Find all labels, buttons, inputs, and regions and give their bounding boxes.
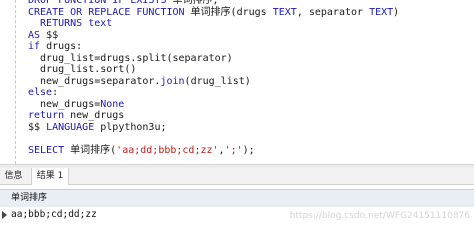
code-line: drug_list=drugs.split(separator) bbox=[28, 53, 399, 65]
code-text: (drug_list) bbox=[184, 75, 251, 87]
code-keyword: else bbox=[28, 87, 53, 98]
code-text: ); bbox=[242, 144, 255, 156]
code-keyword: RETURNS text bbox=[28, 18, 113, 29]
code-keyword: None bbox=[100, 98, 125, 110]
code-line: AS $$ bbox=[28, 30, 399, 42]
grid-header: 单词排序 bbox=[0, 189, 474, 208]
code-text: ) bbox=[393, 6, 400, 18]
code-keyword: return bbox=[28, 110, 65, 121]
code-lines: DROP FUNCTION IF EXISTS 单词排序; CREATE OR R… bbox=[28, 0, 399, 156]
code-keyword: if bbox=[28, 41, 41, 52]
code-line: new_drugs=separator.join(drug_list) bbox=[28, 76, 399, 88]
code-text: plpython3u; bbox=[94, 121, 167, 133]
code-text: 单词排序( bbox=[64, 144, 117, 156]
code-text: new_drugs=separator. bbox=[28, 75, 161, 87]
code-text: new_drugs= bbox=[28, 98, 101, 110]
code-line: return new_drugs bbox=[28, 110, 399, 122]
code-text: : bbox=[52, 87, 59, 98]
code-text: $$ bbox=[40, 29, 59, 41]
code-keyword: DROP FUNCTION IF EXISTS bbox=[28, 0, 173, 6]
code-line: else: bbox=[28, 87, 399, 99]
code-line: drug_list.sort() bbox=[28, 64, 399, 76]
code-keyword: join bbox=[160, 75, 185, 87]
tab-result-1[interactable]: 结果 1 bbox=[31, 168, 69, 185]
code-text: 单词排序(drugs bbox=[190, 6, 273, 18]
sql-editor[interactable]: DROP FUNCTION IF EXISTS 单词排序; CREATE OR R… bbox=[0, 0, 474, 164]
code-line: $$ LANGUAGE plpython3u; bbox=[28, 122, 399, 134]
code-line: CREATE OR REPLACE FUNCTION 单词排序(drugs TE… bbox=[28, 7, 399, 19]
code-text: drugs: bbox=[40, 41, 83, 52]
code-line: new_drugs=None bbox=[28, 99, 399, 111]
code-text: 单词排序; bbox=[172, 0, 219, 6]
code-string: ';' bbox=[224, 144, 243, 156]
code-text: drug_list.sort() bbox=[28, 64, 137, 75]
column-header[interactable]: 单词排序 bbox=[11, 190, 47, 207]
code-keyword: SELECT bbox=[28, 144, 65, 156]
result-tab-bar: 信息 结果 1 bbox=[0, 168, 474, 185]
tab-info[interactable]: 信息 bbox=[0, 168, 27, 184]
code-text: new_drugs bbox=[64, 110, 125, 121]
code-keyword: LANGUAGE bbox=[46, 121, 95, 133]
code-text: drug_list=drugs.split(separator) bbox=[28, 52, 233, 64]
watermark: https://blog.csdn.net/WFG24151110876 bbox=[289, 211, 470, 221]
code-line: SELECT 单词排序('aa;dd;bbb;cd;zz',';'); bbox=[28, 145, 399, 157]
table-cell[interactable]: aa;bbb;cd;dd;zz bbox=[11, 207, 97, 223]
code-keyword: AS bbox=[28, 29, 41, 41]
result-grid: 单词排序 aa;bbb;cd;dd;zz https://blog.csdn.n… bbox=[0, 185, 474, 227]
code-keyword: TEXT bbox=[272, 6, 297, 18]
code-text: $$ bbox=[28, 121, 47, 133]
row-indicator-icon bbox=[2, 211, 7, 219]
code-text: , separator bbox=[296, 6, 370, 18]
code-line: RETURNS text bbox=[28, 18, 399, 30]
code-keyword: CREATE OR REPLACE FUNCTION bbox=[28, 6, 191, 18]
code-keyword: TEXT bbox=[369, 6, 394, 18]
code-line: if drugs: bbox=[28, 41, 399, 53]
code-string: 'aa;dd;bbb;cd;zz' bbox=[116, 144, 219, 156]
editor-gutter bbox=[0, 0, 16, 164]
